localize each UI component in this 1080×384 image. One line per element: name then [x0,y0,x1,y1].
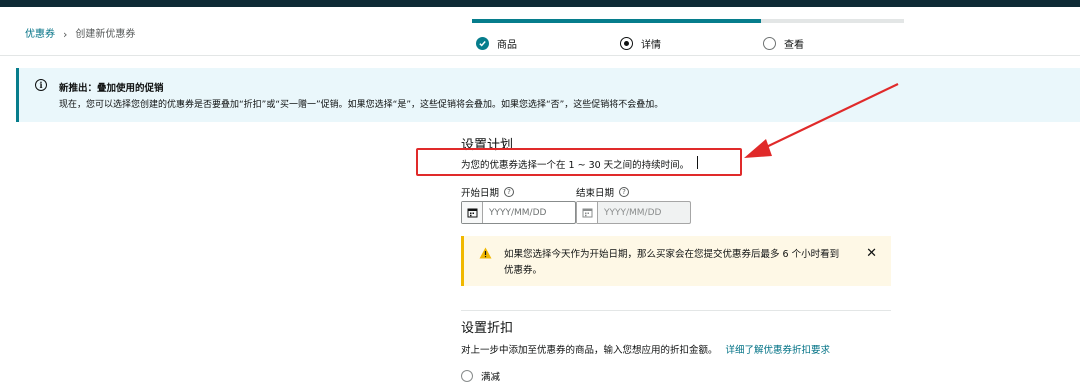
discount-description: 对上一步中添加至优惠券的商品，输入您想应用的折扣金额。 详细了解优惠券折扣要求 [461,342,830,356]
progress-stepper: 商品 详情 查看 [472,19,904,59]
step-label: 商品 [497,40,517,51]
discount-requirements-link[interactable]: 详细了解优惠券折扣要求 [726,345,831,356]
help-icon[interactable]: ? [504,187,515,197]
radio-button[interactable] [461,370,473,382]
close-icon[interactable]: ✕ [866,246,877,261]
warning-alert: 如果您选择今天作为开始日期，那么买家会在您提交优惠券后最多 6 个小时看到优惠券… [461,236,891,286]
discount-title: 设置折扣 [461,321,514,336]
check-circle-icon [476,37,489,50]
discount-option-amount-off[interactable]: 满减 [461,369,500,383]
radio-label: 满减 [481,372,501,383]
discount-description-text: 对上一步中添加至优惠券的商品，输入您想应用的折扣金额。 [461,345,718,356]
step-products[interactable]: 商品 [476,36,517,51]
start-date-field[interactable] [461,201,576,224]
step-label: 查看 [784,40,804,51]
warning-icon [479,247,492,259]
step-review[interactable]: 查看 [763,36,804,51]
step-label: 详情 [641,40,661,51]
page-header: 优惠券 › 创建新优惠券 商品 详情 查看 [0,7,1080,56]
radio-empty-icon [763,37,776,50]
notice-body: 现在，您可以选择您创建的优惠券是否要叠加“折扣”或“买一赠一”促销。如果您选择“… [59,100,664,110]
info-notice: i 新推出：叠加使用的促销 现在，您可以选择您创建的优惠券是否要叠加“折扣”或“… [16,68,1080,122]
top-bar [0,0,1080,7]
end-date-label: 结束日期 ? [576,185,630,199]
breadcrumb-coupons-link[interactable]: 优惠券 [25,28,55,42]
info-icon: i [35,79,47,91]
warning-text: 如果您选择今天作为开始日期，那么买家会在您提交优惠券后最多 6 个小时看到优惠券… [504,249,840,276]
breadcrumb-current: 创建新优惠券 [75,29,136,40]
end-date-label-text: 结束日期 [576,188,615,199]
breadcrumb-separator: › [63,28,68,41]
help-icon[interactable]: ? [619,187,630,197]
start-date-label-text: 开始日期 [461,188,500,199]
end-date-field [576,201,691,224]
end-date-input [598,202,688,223]
stepper-progress-fill [472,19,762,23]
start-date-label: 开始日期 ? [461,185,515,199]
notice-title: 新推出：叠加使用的促销 [59,83,164,94]
start-date-input[interactable] [483,202,573,223]
step-details[interactable]: 详情 [620,36,661,51]
calendar-icon [577,202,598,223]
annotation-highlight-box [416,148,742,176]
calendar-icon[interactable] [462,202,483,223]
section-divider [461,310,891,311]
breadcrumb: 优惠券 › 创建新优惠券 [25,28,135,42]
radio-selected-icon [620,37,633,50]
